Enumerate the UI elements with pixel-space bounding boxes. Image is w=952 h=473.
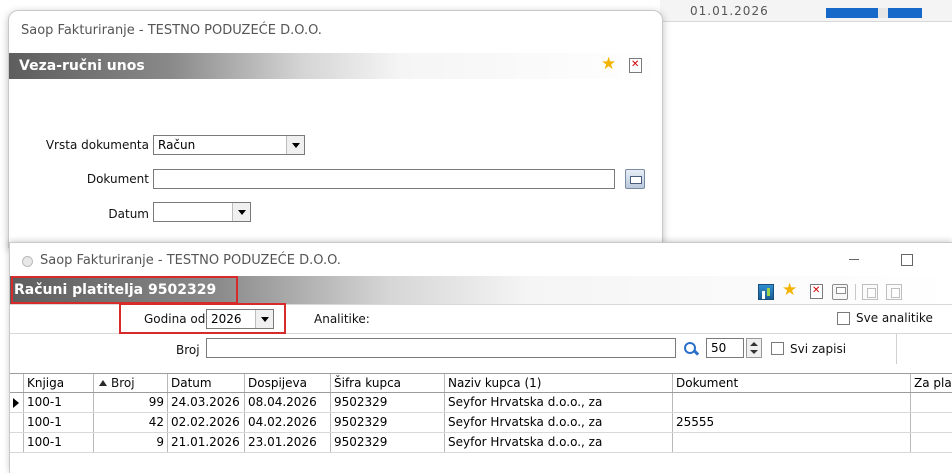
grid-header: Knjiga Broj Datum Dospijeva Šifra kupca … [10,373,952,393]
vrsta-dokumenta-value: Račun [158,138,196,152]
minimize-icon[interactable] [846,251,862,267]
col-header-broj[interactable]: Broj [94,374,168,392]
search-icon[interactable] [683,341,699,357]
background-window-strip: 01.01.2026 [660,0,952,22]
col-header-broj-label: Broj [111,376,135,390]
background-selected-field [826,8,922,18]
star-icon[interactable]: ★ [601,56,616,73]
window1-caption-bar: Veza-ručni unos ★ [9,53,662,79]
veza-rucni-unos-window: Saop Fakturiranje - TESTNO PODUZEĆE D.O.… [8,10,663,248]
col-header-dokument[interactable]: Dokument [673,374,911,392]
svi-zapisi-checkbox[interactable] [771,342,784,355]
search-row-divider [896,334,897,364]
vrsta-dokumenta-select[interactable]: Račun [153,135,305,155]
cell-sifra-kupca: 9502329 [331,393,445,412]
cell-dokument [673,433,911,452]
cell-broj: 42 [94,413,168,432]
svi-zapisi-label: Svi zapisi [790,342,847,356]
cell-datum: 24.03.2026 [168,393,245,412]
cell-datum: 02.02.2026 [168,413,245,432]
dokument-input[interactable] [153,169,615,189]
print-icon[interactable] [832,284,848,300]
vrsta-dokumenta-label: Vrsta dokumenta [45,138,149,152]
col-header-knjiga[interactable]: Knjiga [24,374,94,392]
cell-naziv-kupca: Seyfor Hrvatska d.o.o., za [445,433,673,452]
racuni-platitelja-window: Saop Fakturiranje - TESTNO PODUZEĆE D.O.… [9,242,952,473]
cell-za-placanje [911,433,952,452]
toolbar-separator [855,284,856,300]
maximize-icon[interactable] [898,251,914,267]
col-header-naziv-kupca[interactable]: Naziv kupca (1) [445,374,673,392]
cell-dokument [673,393,911,412]
cell-za-placanje [911,413,952,432]
limit-spinner[interactable] [746,338,762,358]
dropdown-arrow-icon[interactable] [232,203,250,221]
cell-sifra-kupca: 9502329 [331,413,445,432]
row-indicator-header [10,374,24,392]
cell-knjiga: 100-1 [24,393,94,412]
analitike-label: Analitike: [314,312,370,326]
cell-broj: 9 [94,433,168,452]
window1-title: Saop Fakturiranje - TESTNO PODUZEĆE D.O.… [21,23,322,38]
col-header-sifra-kupca[interactable]: Šifra kupca [331,374,445,392]
cell-dospijeva: 08.04.2026 [245,393,331,412]
cell-broj: 99 [94,393,168,412]
sve-analitike-label: Sve analitike [856,311,933,325]
sve-analitike-checkbox[interactable] [837,312,850,325]
analytics-icon[interactable] [758,284,774,300]
lookup-icon[interactable] [625,169,645,189]
row-indicator [10,413,24,432]
table-row[interactable]: 100-1 9 21.01.2026 23.01.2026 9502329 Se… [10,433,952,453]
col-header-za-placanje[interactable]: Za plaćan [911,374,952,392]
dropdown-arrow-icon[interactable] [286,136,304,154]
search-row: Broj 50 Svi zapisi [10,334,952,364]
paste-icon[interactable] [886,284,902,300]
table-row[interactable]: 100-1 99 24.03.2026 08.04.2026 9502329 S… [10,393,952,413]
window1-caption: Veza-ručni unos [19,58,145,74]
cell-datum: 21.01.2026 [168,433,245,452]
close-doc-icon[interactable] [629,58,642,73]
row-indicator [10,433,24,452]
cell-knjiga: 100-1 [24,433,94,452]
cell-za-placanje [911,393,952,412]
dokument-label: Dokument [86,172,149,186]
datum-label: Datum [108,207,149,221]
filter-row: Godina od 2026 Analitike: Sve analitike [10,303,952,334]
star-icon[interactable]: ★ [782,282,797,299]
copy-icon[interactable] [862,284,878,300]
background-date: 01.01.2026 [690,4,769,18]
limit-input[interactable]: 50 [706,338,744,358]
close-doc-icon[interactable] [810,284,823,299]
cell-knjiga: 100-1 [24,413,94,432]
datum-select[interactable] [153,202,251,222]
cell-sifra-kupca: 9502329 [331,433,445,452]
cell-dokument: 25555 [673,413,911,432]
caption-highlight-frame [11,276,238,304]
background-dropdown-arrow-icon [878,8,888,18]
broj-input[interactable] [206,338,676,358]
cell-naziv-kupca: Seyfor Hrvatska d.o.o., za [445,393,673,412]
cell-dospijeva: 23.01.2026 [245,433,331,452]
table-row[interactable]: 100-1 42 02.02.2026 04.02.2026 9502329 S… [10,413,952,433]
app-icon [20,253,34,267]
sort-asc-icon [99,380,107,386]
window2-title: Saop Fakturiranje - TESTNO PODUZEĆE D.O.… [40,253,341,268]
cell-dospijeva: 04.02.2026 [245,413,331,432]
godina-highlight-frame [119,303,286,334]
cell-naziv-kupca: Seyfor Hrvatska d.o.o., za [445,413,673,432]
broj-label: Broj [176,343,200,357]
col-header-datum[interactable]: Datum [168,374,245,392]
row-indicator [10,393,24,412]
col-header-dospijeva[interactable]: Dospijeva [245,374,331,392]
row-pointer-icon [13,398,19,408]
